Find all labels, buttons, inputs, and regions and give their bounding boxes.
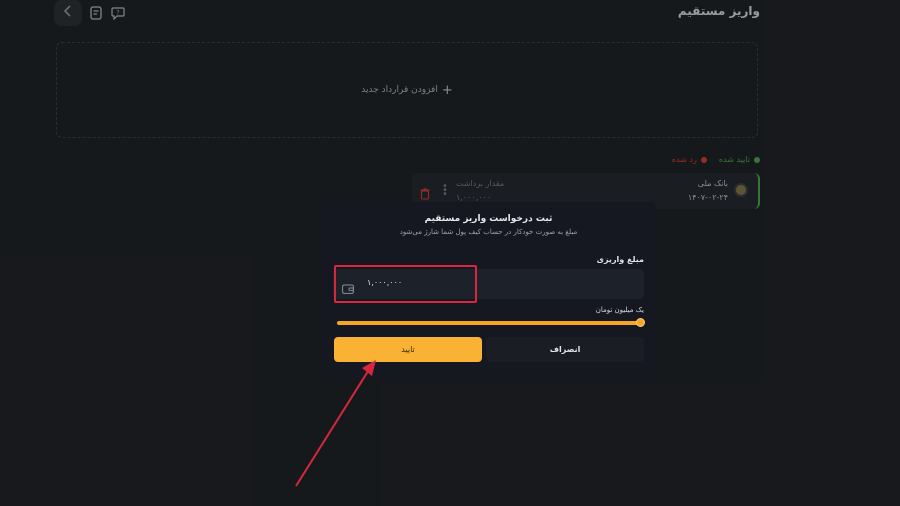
input-highlight-box <box>334 265 477 303</box>
amount-slider[interactable] <box>337 318 645 327</box>
page: واریز مستقیم ? + افزودن قرارداد جدید تای… <box>0 0 900 506</box>
amount-in-words: یک میلیون تومان <box>595 306 644 314</box>
amount-field-label: مبلغ واریزی <box>596 255 644 264</box>
modal-subtitle: مبلغ به صورت خودکار در حساب کیف پول شما … <box>399 228 578 236</box>
confirm-button[interactable]: تایید <box>334 337 482 362</box>
slider-handle[interactable] <box>636 318 645 327</box>
modal-title: ثبت درخواست واریز مستقیم <box>424 214 553 224</box>
cancel-button[interactable]: انصراف <box>486 337 644 362</box>
